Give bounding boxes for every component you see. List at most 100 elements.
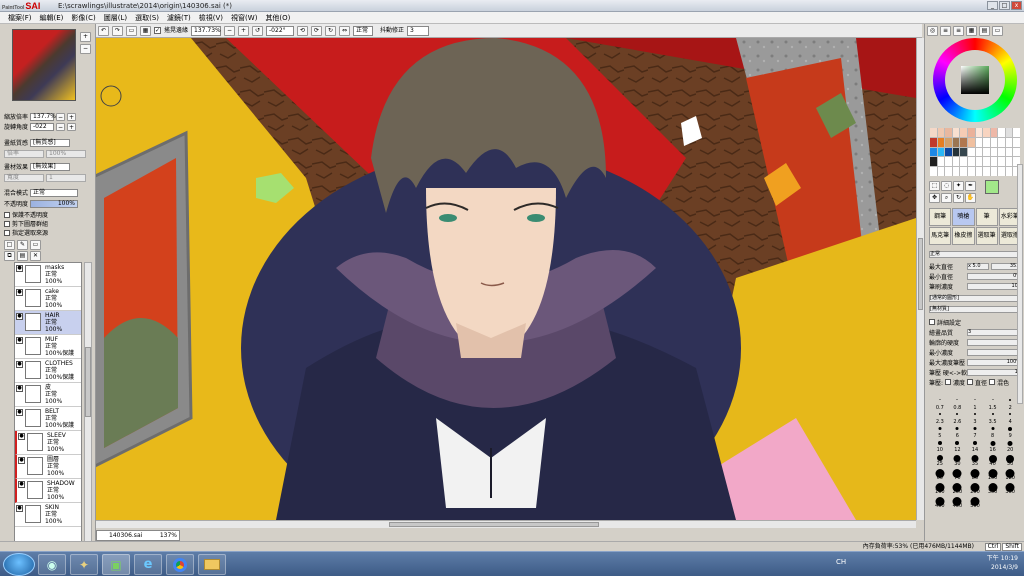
color-wheel-toggle-icon[interactable]: ◎ [927,26,938,36]
brush-size-preset[interactable]: 35 [966,454,984,467]
quality-select[interactable]: 3 [967,328,1023,336]
zoom-plus-button[interactable]: + [67,112,77,121]
file-explorer-icon[interactable] [198,554,226,575]
brush-shape-select[interactable]: [通常的圓形] [929,294,1023,302]
magic-wand-icon[interactable]: ✦ [953,181,964,191]
brush-size-preset[interactable]: 2.3 [931,412,949,425]
brush-size-preset[interactable]: 2.6 [949,412,967,425]
brush-size-preset[interactable]: 30 [949,454,967,467]
rotate-left-button[interactable]: ⟲ [297,25,309,36]
layer-item[interactable]: ● 圖層 正常 100% [15,455,81,479]
brush-size-preset[interactable]: 6 [949,426,967,439]
brush-size-preset[interactable]: 120 [1001,468,1019,481]
brush-texture-select[interactable]: [無材質] [929,305,1023,313]
brush-size-preset[interactable]: 10 [931,440,949,453]
view-mode-select[interactable]: 正常 [353,25,374,36]
minimize-button[interactable]: _ [987,1,998,10]
rgb-slider-toggle-icon[interactable]: ≡ [940,26,951,36]
pressure-size-checkbox[interactable] [967,379,974,385]
density-value[interactable]: 100 [967,282,1023,290]
menu-edit[interactable]: 編輯(E) [36,12,68,23]
tool-select-pen[interactable]: 選取筆 [975,227,998,245]
move-tool-icon[interactable]: ✥ [929,193,940,203]
selection-source-checkbox[interactable] [4,229,10,236]
system-clock[interactable]: 下午 10:19 2014/3/9 [987,554,1018,572]
new-layer-button[interactable]: □ [4,239,15,250]
zoom-in-button[interactable]: + [238,25,250,36]
detail-settings-checkbox[interactable] [929,319,935,325]
internet-explorer-icon[interactable]: e [134,554,162,575]
stabilizer-select[interactable]: 3 [407,25,430,36]
rotate-tool-icon[interactable]: ↻ [953,193,964,203]
flip-button[interactable]: ⇔ [339,25,351,36]
brush-size-preset[interactable]: 3 [966,412,984,425]
canvas-vertical-scrollbar[interactable] [916,38,924,520]
brush-size-preset[interactable]: 40 [984,454,1002,467]
game-app-icon[interactable]: ✦ [70,554,98,575]
zoom-field[interactable]: 137.73% [191,25,222,36]
layer-list[interactable]: ● masks 正常 100% ● cake 正常 100% ● HAIR 正常 100% ● MU… [14,262,82,552]
brush-size-preset[interactable]: 8 [984,426,1002,439]
sai-taskbar-icon[interactable]: ▣ [102,554,130,575]
eyedropper-icon[interactable]: ✒ [965,181,976,191]
saturation-value-square[interactable] [961,66,989,94]
menu-canvas[interactable]: 影像(C) [67,12,99,23]
brush-size-preset[interactable]: 60 [931,468,949,481]
brush-size-preset[interactable]: 250 [966,482,984,495]
layer-item-selected[interactable]: ● HAIR 正常 100% [15,311,81,335]
menu-layer[interactable]: 圖層(L) [100,12,131,23]
menu-view[interactable]: 檢視(V) [195,12,227,23]
maximize-button[interactable]: □ [999,1,1010,10]
tool-marker[interactable]: 馬克筆 [929,227,952,245]
anti-alias-checkbox[interactable]: ✓ [154,27,161,34]
scratchpad-toggle-icon[interactable]: ▭ [992,26,1003,36]
brush-size-preset[interactable]: 7 [966,426,984,439]
start-button[interactable] [3,553,35,576]
min-size-value[interactable]: 0% [967,272,1023,280]
mixer-toggle-icon[interactable]: ▦ [966,26,977,36]
layer-item[interactable]: ● BELT 正常 100%保護 [15,407,81,431]
horizontal-scroll-thumb[interactable] [389,522,599,527]
language-indicator[interactable]: CH [836,558,846,566]
tool-brush[interactable]: 筆 [975,208,998,226]
zoom-value[interactable]: 137.7% [30,112,56,121]
brush-size-preset[interactable]: 14 [966,440,984,453]
brush-size-preset[interactable]: 0.8 [949,398,967,411]
nav-zoom-out-button[interactable]: − [80,44,91,54]
rotate-reset-button[interactable]: ↻ [325,25,337,36]
pressure-mix-checkbox[interactable] [989,379,996,385]
eye-icon[interactable]: ● [16,265,23,272]
rotate-right-button[interactable]: ⟳ [311,25,323,36]
eye-icon[interactable]: ● [16,289,23,296]
eye-icon[interactable]: ● [16,361,23,368]
close-button[interactable]: x [1011,1,1022,10]
select-tool-icon[interactable]: ⬚ [929,181,940,191]
primary-color-swatch[interactable] [985,180,999,194]
layer-item[interactable]: ● SLEEV 正常 100% [15,431,81,455]
invert-selection-button[interactable]: ▦ [140,25,151,36]
eye-icon[interactable]: ● [16,409,23,416]
swatch-toggle-icon[interactable]: ▤ [979,26,990,36]
brush-size-preset[interactable]: 100 [984,468,1002,481]
redo-button[interactable]: ↷ [112,25,123,36]
brush-size-preset[interactable]: 3.5 [984,412,1002,425]
brush-size-preset[interactable]: 1.5 [984,398,1002,411]
new-folder-button[interactable]: ▭ [30,239,41,250]
vertical-scroll-thumb[interactable] [918,238,923,310]
rotation-field[interactable]: -022° [266,25,295,36]
brush-size-preset[interactable]: 450 [949,496,967,509]
eye-icon[interactable]: ● [16,505,23,512]
eye-icon[interactable]: ● [18,457,25,464]
menu-file[interactable]: 檔案(F) [4,12,36,23]
zoom-tool-icon[interactable]: ⌕ [941,193,952,203]
deselect-button[interactable]: ▭ [126,25,137,36]
paper-texture-select[interactable]: [無質感] [30,138,71,147]
tool-airbrush[interactable]: 噴槍 [952,208,975,226]
max-size-scale[interactable]: x 5.0 [967,262,989,270]
brush-size-preset[interactable]: 1 [966,398,984,411]
undo-button[interactable]: ↶ [98,25,109,36]
layer-item[interactable]: ● masks 正常 100% [15,263,81,287]
brush-size-preset[interactable]: 300 [984,482,1002,495]
brush-size-preset[interactable]: 25 [931,454,949,467]
layer-item[interactable]: ● MUF 正常 100%保護 [15,335,81,359]
